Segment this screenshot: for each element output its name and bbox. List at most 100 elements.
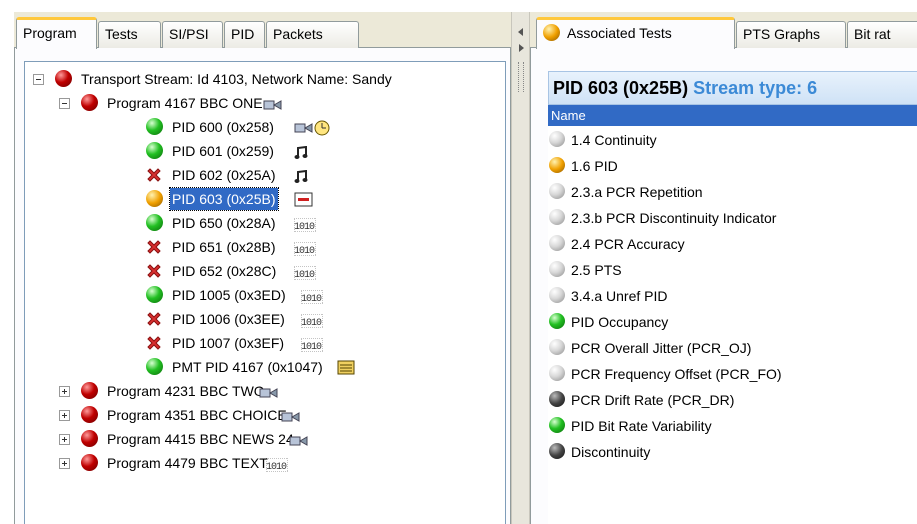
tab-bit-rate[interactable]: Bit rat: [847, 21, 917, 48]
test-row[interactable]: PID Bit Rate Variability: [548, 413, 917, 439]
collapse-icon[interactable]: [59, 98, 70, 109]
left-tabbar: Program Tests SI/PSI PID Packets: [14, 12, 511, 49]
data-icon: 1010: [265, 456, 289, 478]
test-row[interactable]: 2.4 PCR Accuracy: [548, 231, 917, 257]
tree-pid-row[interactable]: PID 600 (0x258): [25, 116, 505, 138]
pid-label: PID 651 (0x28B): [172, 239, 276, 255]
tab-packets[interactable]: Packets: [266, 21, 359, 48]
test-row[interactable]: PCR Drift Rate (PCR_DR): [548, 387, 917, 413]
test-label: 2.3.b PCR Discontinuity Indicator: [571, 210, 777, 226]
test-row[interactable]: Discontinuity: [548, 439, 917, 465]
test-row[interactable]: PCR Overall Jitter (PCR_OJ): [548, 335, 917, 361]
test-row[interactable]: 2.3.b PCR Discontinuity Indicator: [548, 205, 917, 231]
status-green-icon: [549, 417, 565, 433]
tree-pid-row[interactable]: PID 651 (0x28B) 1010: [25, 236, 505, 258]
column-header-name[interactable]: Name: [548, 105, 917, 126]
music-note-icon: [294, 144, 308, 166]
tree-root-row[interactable]: Transport Stream: Id 4103, Network Name:…: [25, 68, 505, 90]
tree-program-row[interactable]: Program 4415 BBC NEWS 24: [25, 428, 505, 450]
tree-pid-row[interactable]: PMT PID 4167 (0x1047): [25, 356, 505, 378]
status-red-icon: [81, 382, 98, 399]
tree-pid-row[interactable]: PID 652 (0x28C) 1010: [25, 260, 505, 282]
test-label: 2.4 PCR Accuracy: [571, 236, 685, 252]
pid-label: PID 1005 (0x3ED): [172, 287, 286, 303]
status-orange-icon: [549, 157, 565, 173]
tab-pid[interactable]: PID: [224, 21, 265, 48]
pid-label: PMT PID 4167 (0x1047): [172, 359, 323, 375]
tree-pid-row[interactable]: PID 602 (0x25A): [25, 164, 505, 186]
tab-tests[interactable]: Tests: [98, 21, 161, 48]
tab-pts-graphs[interactable]: PTS Graphs: [736, 21, 846, 48]
pane-splitter[interactable]: [511, 12, 530, 524]
tests-list[interactable]: 1.4 Continuity 1.6 PID 2.3.a PCR Repetitio…: [548, 126, 917, 524]
test-row[interactable]: 2.5 PTS: [548, 257, 917, 283]
test-row[interactable]: PCR Frequency Offset (PCR_FO): [548, 361, 917, 387]
svg-text:1010: 1010: [294, 270, 315, 280]
test-label: 3.4.a Unref PID: [571, 288, 668, 304]
expand-icon[interactable]: [59, 458, 70, 469]
tree-program-row[interactable]: Program 4231 BBC TWO: [25, 380, 505, 402]
status-red-icon: [81, 430, 98, 447]
test-label: 1.6 PID: [571, 158, 618, 174]
right-pane: Associated Tests PTS Graphs Bit rat PID …: [530, 12, 917, 524]
status-dark-icon: [549, 443, 565, 459]
program-tree[interactable]: Transport Stream: Id 4103, Network Name:…: [24, 61, 506, 524]
collapse-left-icon[interactable]: [518, 28, 523, 36]
svg-text:1010: 1010: [301, 342, 322, 352]
splitter-grip-icon[interactable]: [518, 62, 524, 92]
collapse-right-icon[interactable]: [519, 44, 524, 52]
status-green-icon: [146, 142, 163, 159]
pid-label: PID 601 (0x259): [172, 143, 274, 159]
status-green-icon: [549, 313, 565, 329]
tree-pid-row[interactable]: PID 1007 (0x3EF) 1010: [25, 332, 505, 354]
svg-text:1010: 1010: [294, 246, 315, 256]
test-row[interactable]: 2.3.a PCR Repetition: [548, 179, 917, 205]
tree-program-row[interactable]: Program 4351 BBC CHOICE: [25, 404, 505, 426]
status-green-icon: [146, 286, 163, 303]
test-row[interactable]: 1.4 Continuity: [548, 127, 917, 153]
status-green-icon: [146, 214, 163, 231]
video-icon: [289, 432, 309, 454]
tab-program[interactable]: Program: [16, 17, 97, 49]
data-icon: 1010: [300, 288, 324, 310]
status-gray-icon: [549, 131, 565, 147]
test-label: 2.3.a PCR Repetition: [571, 184, 703, 200]
right-tabbar: Associated Tests PTS Graphs Bit rat: [530, 12, 917, 49]
test-row[interactable]: 3.4.a Unref PID: [548, 283, 917, 309]
collapse-icon[interactable]: [33, 74, 44, 85]
expand-icon[interactable]: [59, 434, 70, 445]
program-label: Program 4351 BBC CHOICE: [107, 407, 287, 423]
status-green-icon: [146, 358, 163, 375]
tree-pid-row[interactable]: PID 601 (0x259): [25, 140, 505, 162]
tree-program-row[interactable]: Program 4479 BBC TEXT 1010: [25, 452, 505, 474]
video-icon: [259, 384, 279, 406]
test-row[interactable]: 1.6 PID: [548, 153, 917, 179]
tree-pid-row[interactable]: PID 603 (0x25B): [25, 187, 505, 211]
program-label: Program 4231 BBC TWO: [107, 383, 265, 399]
associated-tests-panel: PID 603 (0x25B) Stream type: 6 Name 1.4 …: [530, 48, 917, 524]
program-panel: Transport Stream: Id 4103, Network Name:…: [14, 48, 511, 524]
tree-program-row[interactable]: Program 4167 BBC ONE: [25, 92, 505, 114]
test-row[interactable]: PID Occupancy: [548, 309, 917, 335]
tree-pid-row[interactable]: PID 1005 (0x3ED) 1010: [25, 284, 505, 306]
tab-si-psi[interactable]: SI/PSI: [162, 21, 223, 48]
expand-icon[interactable]: [59, 410, 70, 421]
program-label: Program 4415 BBC NEWS 24: [107, 431, 294, 447]
expand-icon[interactable]: [59, 386, 70, 397]
tree-pid-row[interactable]: PID 1006 (0x3EE) 1010: [25, 308, 505, 330]
status-orange-icon: [543, 24, 560, 41]
svg-text:1010: 1010: [266, 462, 287, 472]
status-green-icon: [146, 118, 163, 135]
data-icon: 1010: [293, 216, 316, 238]
tree-pid-row[interactable]: PID 650 (0x28A) 1010: [25, 212, 505, 234]
data-icon: 1010: [293, 264, 316, 286]
svg-text:1010: 1010: [301, 318, 322, 328]
pid-label: PID 603 (0x25B): [169, 187, 279, 211]
error-x-icon: [145, 334, 163, 352]
tab-associated-tests[interactable]: Associated Tests: [536, 17, 735, 49]
status-gray-icon: [549, 261, 565, 277]
data-icon: 1010: [300, 336, 324, 358]
test-label: PCR Frequency Offset (PCR_FO): [571, 366, 782, 382]
program-label: Program 4167 BBC ONE: [107, 95, 263, 111]
status-red-icon: [55, 70, 72, 87]
